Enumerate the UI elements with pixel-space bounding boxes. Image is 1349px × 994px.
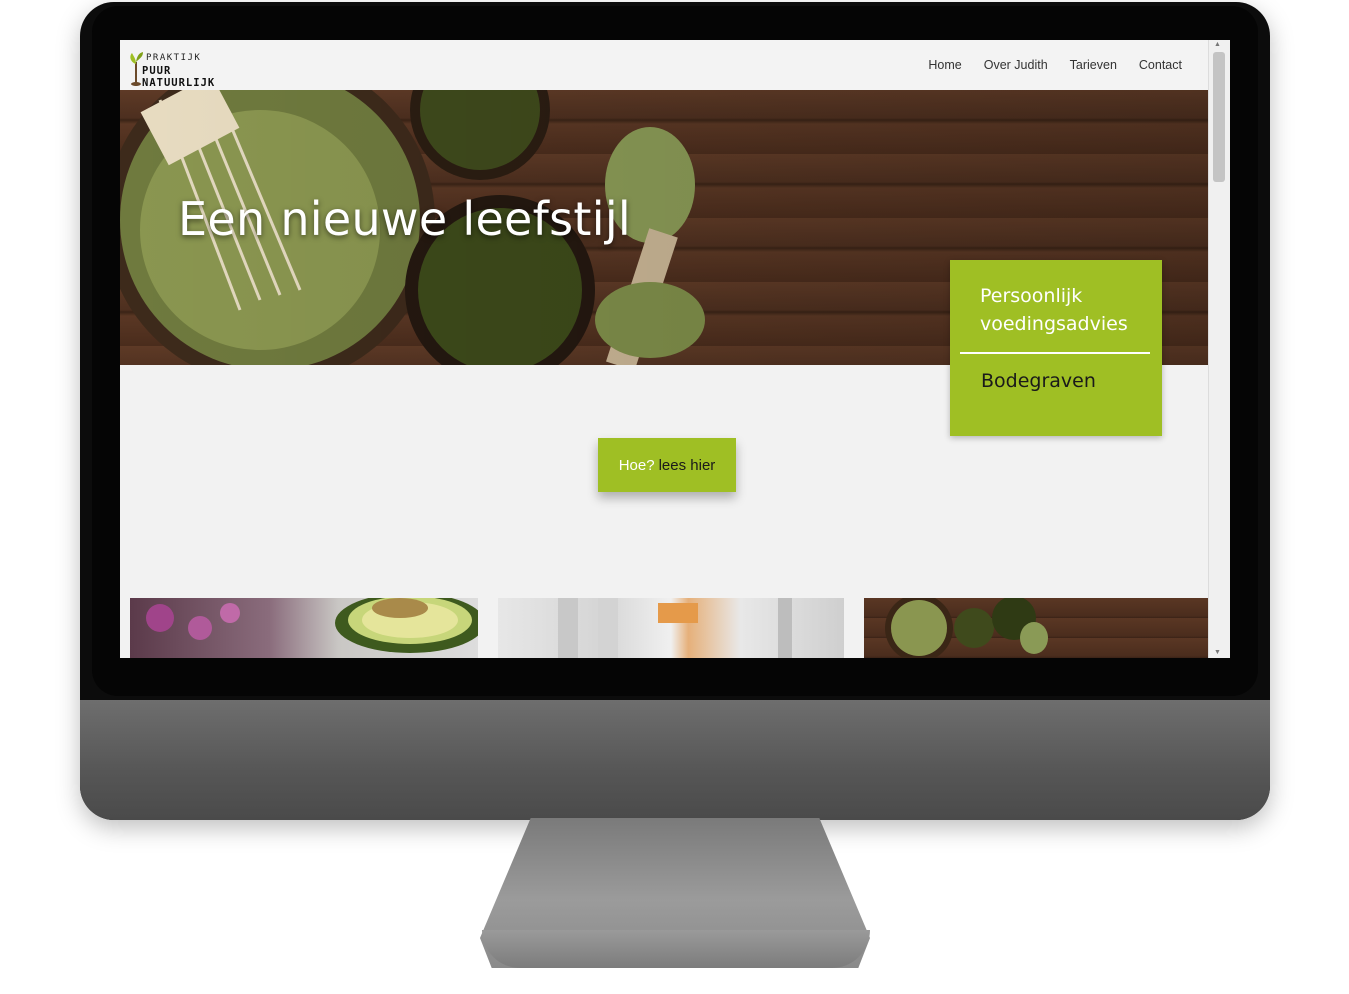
hero-title: Een nieuwe leefstijl	[178, 192, 631, 246]
info-card-service: Persoonlijk voedingsadvies	[980, 285, 1128, 335]
logo-line-2: PUUR NATUURLIJK	[142, 65, 216, 89]
browser-viewport: PRAKTIJK PUUR NATUURLIJK Home Over Judit…	[120, 40, 1230, 658]
scroll-down-icon[interactable]: ▼	[1214, 649, 1221, 656]
scroll-up-icon[interactable]: ▲	[1214, 41, 1221, 48]
lab-photo	[558, 598, 792, 658]
nav-over-judith[interactable]: Over Judith	[984, 58, 1048, 72]
site-logo[interactable]: PRAKTIJK PUUR NATUURLIJK	[128, 46, 248, 89]
site-header: PRAKTIJK PUUR NATUURLIJK Home Over Judit…	[120, 40, 1208, 90]
nav-home[interactable]: Home	[928, 58, 961, 72]
vertical-scrollbar[interactable]: ▲ ▼	[1208, 40, 1230, 658]
thumbnail-lab[interactable]	[498, 598, 844, 658]
nav-contact[interactable]: Contact	[1139, 58, 1182, 72]
monitor-stand-base	[482, 930, 870, 968]
monitor-chin	[80, 700, 1270, 820]
avocado-photo	[146, 598, 478, 653]
logo-line-1: PRAKTIJK	[146, 53, 202, 63]
matcha-thumb-photo	[885, 598, 1048, 658]
scrollbar-thumb[interactable]	[1213, 52, 1225, 182]
main-nav: Home Over Judith Tarieven Contact	[928, 58, 1182, 72]
thumbnail-matcha[interactable]	[864, 598, 1208, 658]
info-card-location: Bodegraven	[981, 370, 1096, 392]
cta-label: lees hier	[658, 456, 716, 474]
cta-question: Hoe?	[618, 456, 655, 474]
info-card: Persoonlijk voedingsadvies Bodegraven	[950, 260, 1162, 436]
thumbnail-avocado[interactable]	[130, 598, 478, 658]
info-card-divider	[960, 352, 1150, 354]
read-more-button[interactable]: Hoe? lees hier	[598, 438, 736, 492]
nav-tarieven[interactable]: Tarieven	[1070, 58, 1117, 72]
